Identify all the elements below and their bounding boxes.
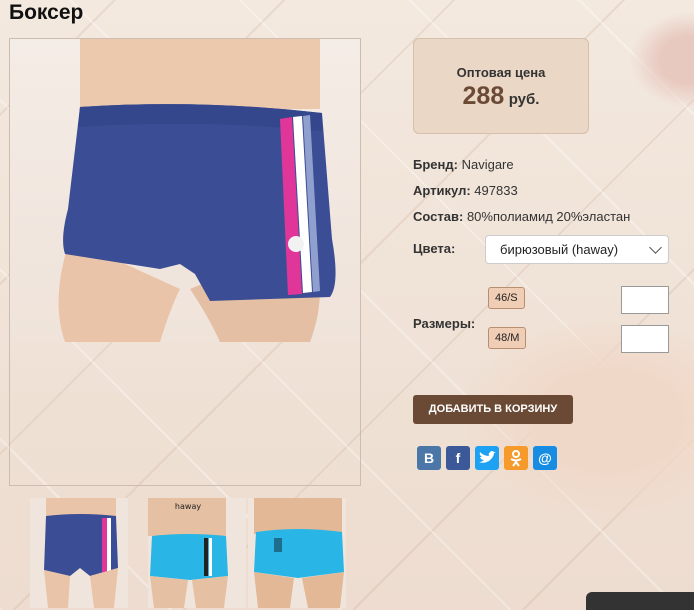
thumbnail-1[interactable] — [30, 498, 128, 608]
price-currency: руб. — [508, 91, 540, 108]
page-title: Боксер — [9, 1, 84, 24]
sizes-row: Размеры: — [413, 316, 475, 331]
vk-icon[interactable]: В — [417, 446, 441, 470]
odnoklassniki-icon[interactable] — [504, 446, 528, 470]
facebook-icon[interactable]: f — [446, 446, 470, 470]
color-select-value: бирюзовый (haway) — [500, 242, 619, 257]
composition-row: Состав: 80%полиамид 20%эластан — [413, 209, 630, 224]
composition-label: Состав: — [413, 209, 464, 224]
thumbnail-2-label: haway — [175, 502, 201, 511]
main-product-image[interactable] — [9, 38, 361, 486]
brand-value: Navigare — [461, 157, 514, 172]
sku-value: 497833 — [474, 183, 518, 198]
mail-icon[interactable]: @ — [533, 446, 557, 470]
sku-label: Артикул: — [413, 183, 471, 198]
price-label: Оптовая цена — [456, 65, 546, 80]
add-to-cart-button[interactable]: ДОБАВИТЬ В КОРЗИНУ — [413, 395, 573, 424]
sku-row: Артикул: 497833 — [413, 183, 518, 198]
color-select[interactable]: бирюзовый (haway) — [485, 235, 669, 264]
thumbnail-2[interactable]: haway — [148, 498, 246, 608]
thumbnail-3[interactable] — [248, 498, 346, 608]
quantity-input-m[interactable] — [621, 325, 669, 353]
price-row: 288 руб. — [414, 82, 588, 111]
size-button-s[interactable]: 46/S — [488, 287, 525, 309]
sizes-label: Размеры: — [413, 316, 476, 331]
quantity-input-s[interactable] — [621, 286, 669, 314]
price-value: 288 — [462, 82, 505, 110]
brand-label: Бренд: — [413, 157, 458, 172]
size-button-m[interactable]: 48/M — [488, 327, 527, 349]
chevron-down-icon — [649, 241, 662, 254]
composition-value: 80%полиамид 20%эластан — [466, 209, 631, 224]
colors-row: Цвета: — [413, 241, 455, 256]
brand-row: Бренд: Navigare — [413, 157, 514, 172]
product-photo — [10, 39, 360, 342]
price-box: Оптовая цена 288 руб. — [413, 38, 589, 134]
colors-label: Цвета: — [413, 241, 456, 256]
chat-widget-tab[interactable] — [586, 592, 694, 610]
twitter-icon[interactable] — [475, 446, 499, 470]
